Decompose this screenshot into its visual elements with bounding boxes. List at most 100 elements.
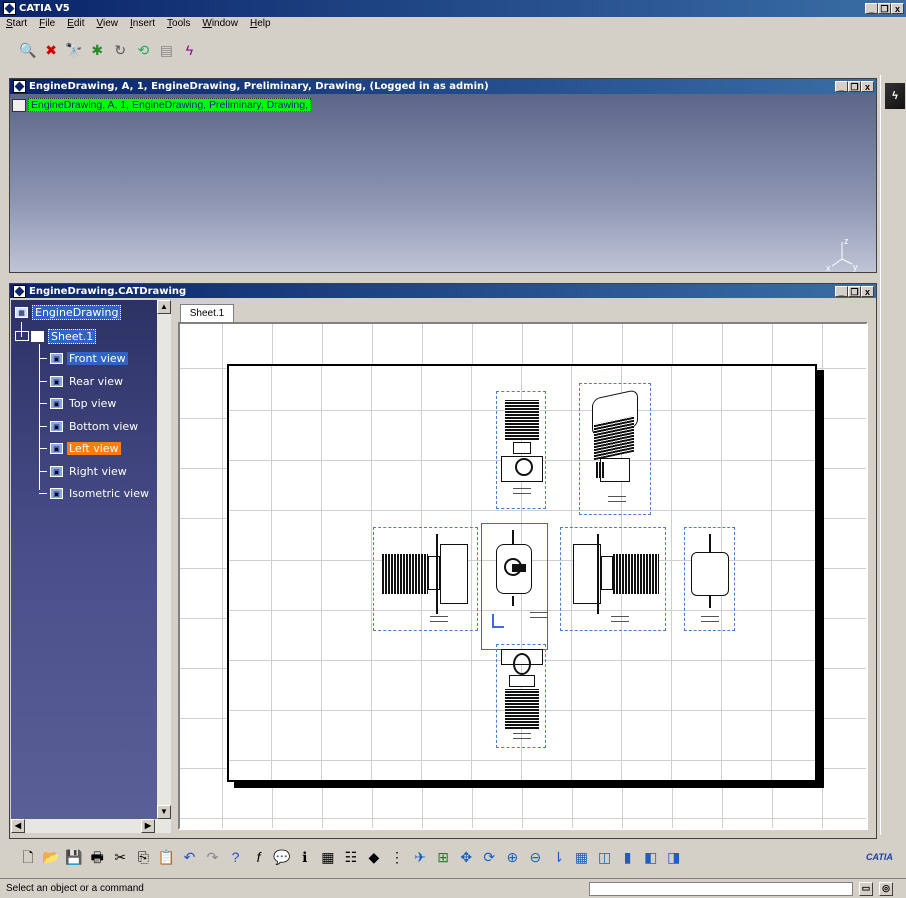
menu-view[interactable]: View bbox=[90, 17, 124, 32]
tree-view-left[interactable]: ▣ Left view bbox=[39, 438, 121, 458]
ruler-icon[interactable]: ⋮ bbox=[388, 848, 406, 866]
pdm-restore-button[interactable]: ❐ bbox=[848, 81, 861, 92]
rear-view-frame[interactable] bbox=[684, 527, 735, 631]
tree-view-label: Right view bbox=[69, 464, 127, 478]
knowledge-icon[interactable]: 💬 bbox=[273, 848, 291, 866]
right-view-frame[interactable] bbox=[560, 527, 666, 631]
menu-insert[interactable]: Insert bbox=[124, 17, 161, 32]
zoom-in-icon[interactable]: ⊕ bbox=[503, 848, 521, 866]
bulb-icon[interactable]: ℹ bbox=[296, 848, 314, 866]
tree-vertical-scrollbar[interactable]: ▲ ▼ bbox=[157, 300, 171, 819]
tree-horizontal-scrollbar[interactable]: ◀ ▶ bbox=[11, 819, 171, 833]
copy-icon[interactable]: ⎘ bbox=[134, 848, 152, 866]
axis-x-label: x bbox=[826, 263, 831, 273]
catia-app-icon bbox=[3, 2, 16, 15]
shading-icon[interactable]: ▮ bbox=[619, 848, 637, 866]
stop-icon[interactable]: ◎ bbox=[879, 882, 893, 896]
paste-icon[interactable]: 📋 bbox=[157, 848, 175, 866]
refresh-icon[interactable]: ⟲ bbox=[134, 41, 152, 59]
whats-this-icon[interactable]: ? bbox=[227, 848, 245, 866]
hook-icon[interactable]: ↻ bbox=[111, 41, 129, 59]
part-icon[interactable]: ✱ bbox=[88, 41, 106, 59]
measure-icon[interactable]: ◆ bbox=[365, 848, 383, 866]
app-title-bar[interactable]: CATIA V5 _ ❐ x bbox=[0, 0, 906, 17]
scroll-right-icon[interactable]: ▶ bbox=[141, 819, 155, 833]
right-toolbar: ϟ bbox=[880, 75, 906, 835]
rotate-icon[interactable]: ⟳ bbox=[480, 848, 498, 866]
print-icon[interactable]: 🖶 bbox=[88, 848, 106, 866]
fly-mode-icon[interactable]: ✈ bbox=[411, 848, 429, 866]
tree-view-right[interactable]: ▣ Right view bbox=[39, 461, 129, 481]
pdm-window-title: EngineDrawing, A, 1, EngineDrawing, Prel… bbox=[29, 81, 489, 92]
catia-logo: CATIA bbox=[866, 852, 893, 862]
cut-icon[interactable]: ✂ bbox=[111, 848, 129, 866]
save-icon[interactable]: 💾 bbox=[65, 848, 83, 866]
close-button[interactable]: x bbox=[891, 3, 904, 14]
bottom-view-frame[interactable] bbox=[496, 391, 546, 509]
undo-icon[interactable]: ↶ bbox=[180, 848, 198, 866]
normal-view-icon[interactable]: ⇂ bbox=[549, 848, 567, 866]
iso-view-icon[interactable]: ◫ bbox=[596, 848, 614, 866]
pdm-close-button[interactable]: x bbox=[861, 81, 874, 92]
document-icon[interactable]: ▤ bbox=[157, 41, 175, 59]
top-view-frame[interactable] bbox=[496, 644, 546, 748]
restore-button[interactable]: ❐ bbox=[878, 3, 891, 14]
front-view-frame[interactable] bbox=[481, 523, 548, 650]
swap-visible-icon[interactable]: ◨ bbox=[665, 848, 683, 866]
menu-edit[interactable]: Edit bbox=[61, 17, 90, 32]
pan-icon[interactable]: ✥ bbox=[457, 848, 475, 866]
workbench-icon[interactable]: ϟ bbox=[180, 41, 198, 59]
pdm-viewport[interactable]: EngineDrawing, A, 1, EngineDrawing, Prel… bbox=[10, 94, 876, 273]
tree-view-rear[interactable]: ▣ Rear view bbox=[39, 371, 125, 391]
top-toolbar: 🔍 ✖ 🔭 ✱ ↻ ⟲ ▤ ϟ bbox=[18, 41, 199, 63]
table-icon[interactable]: ▦ bbox=[319, 848, 337, 866]
menu-start[interactable]: Start bbox=[0, 17, 33, 32]
redo-icon[interactable]: ↷ bbox=[204, 848, 222, 866]
scroll-up-icon[interactable]: ▲ bbox=[157, 300, 171, 314]
drawing-restore-button[interactable]: ❐ bbox=[848, 285, 861, 297]
command-input[interactable] bbox=[589, 882, 853, 896]
tab-sheet-1[interactable]: Sheet.1 bbox=[180, 304, 234, 323]
pdm-search-icon[interactable]: 🔍 bbox=[19, 41, 37, 59]
menu-tools[interactable]: Tools bbox=[161, 17, 196, 32]
left-view-frame[interactable] bbox=[373, 527, 478, 631]
drawing-window-title-bar[interactable]: EngineDrawing.CATDrawing _ ❐ x bbox=[10, 284, 876, 298]
multi-view-icon[interactable]: ▦ bbox=[573, 848, 591, 866]
drawing-close-button[interactable]: x bbox=[861, 285, 874, 297]
open-icon[interactable]: 📂 bbox=[42, 848, 60, 866]
minimize-button[interactable]: _ bbox=[865, 3, 878, 14]
zoom-out-icon[interactable]: ⊖ bbox=[526, 848, 544, 866]
drawing-sheet-canvas[interactable] bbox=[178, 322, 868, 830]
catalog-icon[interactable]: ☷ bbox=[342, 848, 360, 866]
tree-view-front[interactable]: ▣ Front view bbox=[39, 348, 128, 368]
tree-view-isometric[interactable]: ▣ Isometric view bbox=[39, 483, 151, 503]
pdm-window-title-bar[interactable]: EngineDrawing, A, 1, EngineDrawing, Prel… bbox=[10, 79, 876, 94]
tree-view-bottom[interactable]: ▣ Bottom view bbox=[39, 416, 140, 436]
scroll-down-icon[interactable]: ▼ bbox=[157, 805, 171, 819]
drawing-minimize-button[interactable]: _ bbox=[835, 285, 848, 297]
menu-file[interactable]: File bbox=[33, 17, 61, 32]
new-icon[interactable]: 🗋 bbox=[19, 848, 37, 866]
tree-view-top[interactable]: ▣ Top view bbox=[39, 393, 118, 413]
binoculars-icon[interactable]: 🔭 bbox=[65, 41, 83, 59]
tree-root-label: EngineDrawing bbox=[32, 304, 122, 320]
hide-show-icon[interactable]: ◧ bbox=[642, 848, 660, 866]
formula-icon[interactable]: f bbox=[250, 848, 268, 866]
fit-all-icon[interactable]: ⊞ bbox=[434, 848, 452, 866]
isometric-view-frame[interactable] bbox=[579, 383, 651, 515]
power-input-icon[interactable]: ▭ bbox=[859, 882, 873, 896]
menu-help[interactable]: Help bbox=[244, 17, 277, 32]
view-icon: ▣ bbox=[50, 397, 63, 409]
axis-triad-icon: z x y bbox=[826, 236, 858, 273]
pdm-item[interactable]: EngineDrawing, A, 1, EngineDrawing, Prel… bbox=[12, 98, 312, 112]
drawing-window: EngineDrawing.CATDrawing _ ❐ x ▦ EngineD… bbox=[9, 283, 877, 839]
menu-window[interactable]: Window bbox=[196, 17, 244, 32]
status-bar: Select an object or a command ▭ ◎ bbox=[0, 878, 906, 898]
scroll-left-icon[interactable]: ◀ bbox=[11, 819, 25, 833]
tree-root[interactable]: ▦ EngineDrawing bbox=[15, 302, 122, 322]
tree-sheet[interactable]: Sheet.1 bbox=[15, 326, 97, 346]
workbench-switch-icon[interactable]: ϟ bbox=[885, 83, 905, 109]
tree-view-label: Left view bbox=[67, 441, 121, 455]
pdm-minimize-button[interactable]: _ bbox=[835, 81, 848, 92]
tools-icon[interactable]: ✖ bbox=[42, 41, 60, 59]
